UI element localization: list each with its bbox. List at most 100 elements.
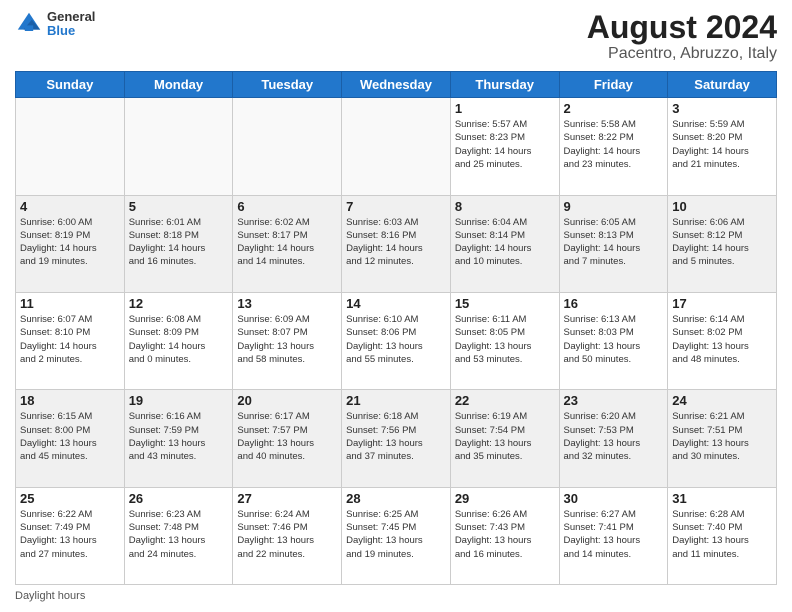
day-number: 24: [672, 393, 772, 408]
day-number: 19: [129, 393, 229, 408]
day-number: 6: [237, 199, 337, 214]
calendar-week-row: 18Sunrise: 6:15 AM Sunset: 8:00 PM Dayli…: [16, 390, 777, 487]
day-number: 29: [455, 491, 555, 506]
table-row: [124, 98, 233, 195]
table-row: 8 Sunrise: 6:04 AM Sunset: 8:14 PM Daylig…: [450, 195, 559, 292]
page: General Blue August 2024 Pacentro, Abruz…: [0, 0, 792, 612]
day-number: 5: [129, 199, 229, 214]
table-row: 15Sunrise: 6:11 AM Sunset: 8:05 PM Dayli…: [450, 292, 559, 389]
day-info: Sunrise: 6:14 AM Sunset: 8:02 PM Dayligh…: [672, 313, 772, 366]
title-block: August 2024 Pacentro, Abruzzo, Italy: [587, 10, 777, 63]
day-info: Sunrise: 6:16 AM Sunset: 7:59 PM Dayligh…: [129, 410, 229, 463]
day-info: Sunrise: 6:23 AM Sunset: 7:48 PM Dayligh…: [129, 508, 229, 561]
day-info: Sunrise: 6:00 AM Sunset: 8:19 PM Dayligh…: [20, 216, 120, 269]
col-wednesday: Wednesday: [342, 72, 451, 98]
day-number: 26: [129, 491, 229, 506]
table-row: 29 Sunrise: 6:26 AM Sunset: 7:43 PM Dayli…: [450, 487, 559, 584]
col-thursday: Thursday: [450, 72, 559, 98]
day-number: 10: [672, 199, 772, 214]
day-number: 14: [346, 296, 446, 311]
day-number: 23: [564, 393, 664, 408]
table-row: 30 Sunrise: 6:27 AM Sunset: 7:41 PM Dayli…: [559, 487, 668, 584]
table-row: 13 Sunrise: 6:09 AM Sunset: 8:07 PM Dayli…: [233, 292, 342, 389]
table-row: [342, 98, 451, 195]
table-row: 7Sunrise: 6:03 AM Sunset: 8:16 PM Daylig…: [342, 195, 451, 292]
day-number: 17: [672, 296, 772, 311]
table-row: 1Sunrise: 5:57 AM Sunset: 8:23 PM Daylig…: [450, 98, 559, 195]
col-saturday: Saturday: [668, 72, 777, 98]
day-info: Sunrise: 6:02 AM Sunset: 8:17 PM Dayligh…: [237, 216, 337, 269]
calendar-week-row: 4Sunrise: 6:00 AM Sunset: 8:19 PM Daylig…: [16, 195, 777, 292]
calendar-table: Sunday Monday Tuesday Wednesday Thursday…: [15, 71, 777, 585]
day-number: 13: [237, 296, 337, 311]
day-info: Sunrise: 5:57 AM Sunset: 8:23 PM Dayligh…: [455, 118, 555, 171]
logo-line2: Blue: [47, 24, 95, 38]
day-info: Sunrise: 6:20 AM Sunset: 7:53 PM Dayligh…: [564, 410, 664, 463]
day-info: Sunrise: 6:24 AM Sunset: 7:46 PM Dayligh…: [237, 508, 337, 561]
logo-icon: [15, 10, 43, 38]
col-sunday: Sunday: [16, 72, 125, 98]
calendar-week-row: 1Sunrise: 5:57 AM Sunset: 8:23 PM Daylig…: [16, 98, 777, 195]
table-row: 19 Sunrise: 6:16 AM Sunset: 7:59 PM Dayli…: [124, 390, 233, 487]
table-row: 6 Sunrise: 6:02 AM Sunset: 8:17 PM Daylig…: [233, 195, 342, 292]
table-row: 12Sunrise: 6:08 AM Sunset: 8:09 PM Dayli…: [124, 292, 233, 389]
day-number: 27: [237, 491, 337, 506]
day-number: 9: [564, 199, 664, 214]
table-row: 10 Sunrise: 6:06 AM Sunset: 8:12 PM Dayli…: [668, 195, 777, 292]
table-row: 11 Sunrise: 6:07 AM Sunset: 8:10 PM Dayli…: [16, 292, 125, 389]
day-info: Sunrise: 6:11 AM Sunset: 8:05 PM Dayligh…: [455, 313, 555, 366]
day-info: Sunrise: 5:58 AM Sunset: 8:22 PM Dayligh…: [564, 118, 664, 171]
table-row: 24 Sunrise: 6:21 AM Sunset: 7:51 PM Dayli…: [668, 390, 777, 487]
table-row: 18Sunrise: 6:15 AM Sunset: 8:00 PM Dayli…: [16, 390, 125, 487]
day-info: Sunrise: 6:03 AM Sunset: 8:16 PM Dayligh…: [346, 216, 446, 269]
table-row: 23 Sunrise: 6:20 AM Sunset: 7:53 PM Dayli…: [559, 390, 668, 487]
day-number: 11: [20, 296, 120, 311]
table-row: 14Sunrise: 6:10 AM Sunset: 8:06 PM Dayli…: [342, 292, 451, 389]
day-info: Sunrise: 6:04 AM Sunset: 8:14 PM Dayligh…: [455, 216, 555, 269]
table-row: 20 Sunrise: 6:17 AM Sunset: 7:57 PM Dayli…: [233, 390, 342, 487]
day-info: Sunrise: 5:59 AM Sunset: 8:20 PM Dayligh…: [672, 118, 772, 171]
day-info: Sunrise: 6:17 AM Sunset: 7:57 PM Dayligh…: [237, 410, 337, 463]
table-row: 27 Sunrise: 6:24 AM Sunset: 7:46 PM Dayli…: [233, 487, 342, 584]
day-info: Sunrise: 6:22 AM Sunset: 7:49 PM Dayligh…: [20, 508, 120, 561]
day-number: 25: [20, 491, 120, 506]
table-row: 16Sunrise: 6:13 AM Sunset: 8:03 PM Dayli…: [559, 292, 668, 389]
calendar-subtitle: Pacentro, Abruzzo, Italy: [587, 45, 777, 63]
day-number: 31: [672, 491, 772, 506]
table-row: [233, 98, 342, 195]
calendar-title: August 2024: [587, 10, 777, 45]
footer-text: Daylight hours: [15, 590, 85, 602]
day-number: 21: [346, 393, 446, 408]
table-row: 17 Sunrise: 6:14 AM Sunset: 8:02 PM Dayli…: [668, 292, 777, 389]
col-tuesday: Tuesday: [233, 72, 342, 98]
logo-line1: General: [47, 10, 95, 24]
table-row: 22Sunrise: 6:19 AM Sunset: 7:54 PM Dayli…: [450, 390, 559, 487]
footer: Daylight hours: [15, 590, 777, 602]
table-row: 5 Sunrise: 6:01 AM Sunset: 8:18 PM Daylig…: [124, 195, 233, 292]
day-number: 8: [455, 199, 555, 214]
day-number: 3: [672, 101, 772, 116]
day-number: 30: [564, 491, 664, 506]
day-number: 28: [346, 491, 446, 506]
day-info: Sunrise: 6:01 AM Sunset: 8:18 PM Dayligh…: [129, 216, 229, 269]
day-number: 16: [564, 296, 664, 311]
table-row: [16, 98, 125, 195]
day-info: Sunrise: 6:09 AM Sunset: 8:07 PM Dayligh…: [237, 313, 337, 366]
day-info: Sunrise: 6:18 AM Sunset: 7:56 PM Dayligh…: [346, 410, 446, 463]
day-info: Sunrise: 6:07 AM Sunset: 8:10 PM Dayligh…: [20, 313, 120, 366]
table-row: 3 Sunrise: 5:59 AM Sunset: 8:20 PM Daylig…: [668, 98, 777, 195]
day-info: Sunrise: 6:25 AM Sunset: 7:45 PM Dayligh…: [346, 508, 446, 561]
calendar-week-row: 11 Sunrise: 6:07 AM Sunset: 8:10 PM Dayli…: [16, 292, 777, 389]
day-number: 20: [237, 393, 337, 408]
day-info: Sunrise: 6:21 AM Sunset: 7:51 PM Dayligh…: [672, 410, 772, 463]
table-row: 2Sunrise: 5:58 AM Sunset: 8:22 PM Daylig…: [559, 98, 668, 195]
day-info: Sunrise: 6:06 AM Sunset: 8:12 PM Dayligh…: [672, 216, 772, 269]
table-row: 21 Sunrise: 6:18 AM Sunset: 7:56 PM Dayli…: [342, 390, 451, 487]
header: General Blue August 2024 Pacentro, Abruz…: [15, 10, 777, 63]
calendar-week-row: 25 Sunrise: 6:22 AM Sunset: 7:49 PM Dayli…: [16, 487, 777, 584]
day-info: Sunrise: 6:19 AM Sunset: 7:54 PM Dayligh…: [455, 410, 555, 463]
day-info: Sunrise: 6:08 AM Sunset: 8:09 PM Dayligh…: [129, 313, 229, 366]
day-info: Sunrise: 6:27 AM Sunset: 7:41 PM Dayligh…: [564, 508, 664, 561]
calendar-header-row: Sunday Monday Tuesday Wednesday Thursday…: [16, 72, 777, 98]
day-info: Sunrise: 6:26 AM Sunset: 7:43 PM Dayligh…: [455, 508, 555, 561]
